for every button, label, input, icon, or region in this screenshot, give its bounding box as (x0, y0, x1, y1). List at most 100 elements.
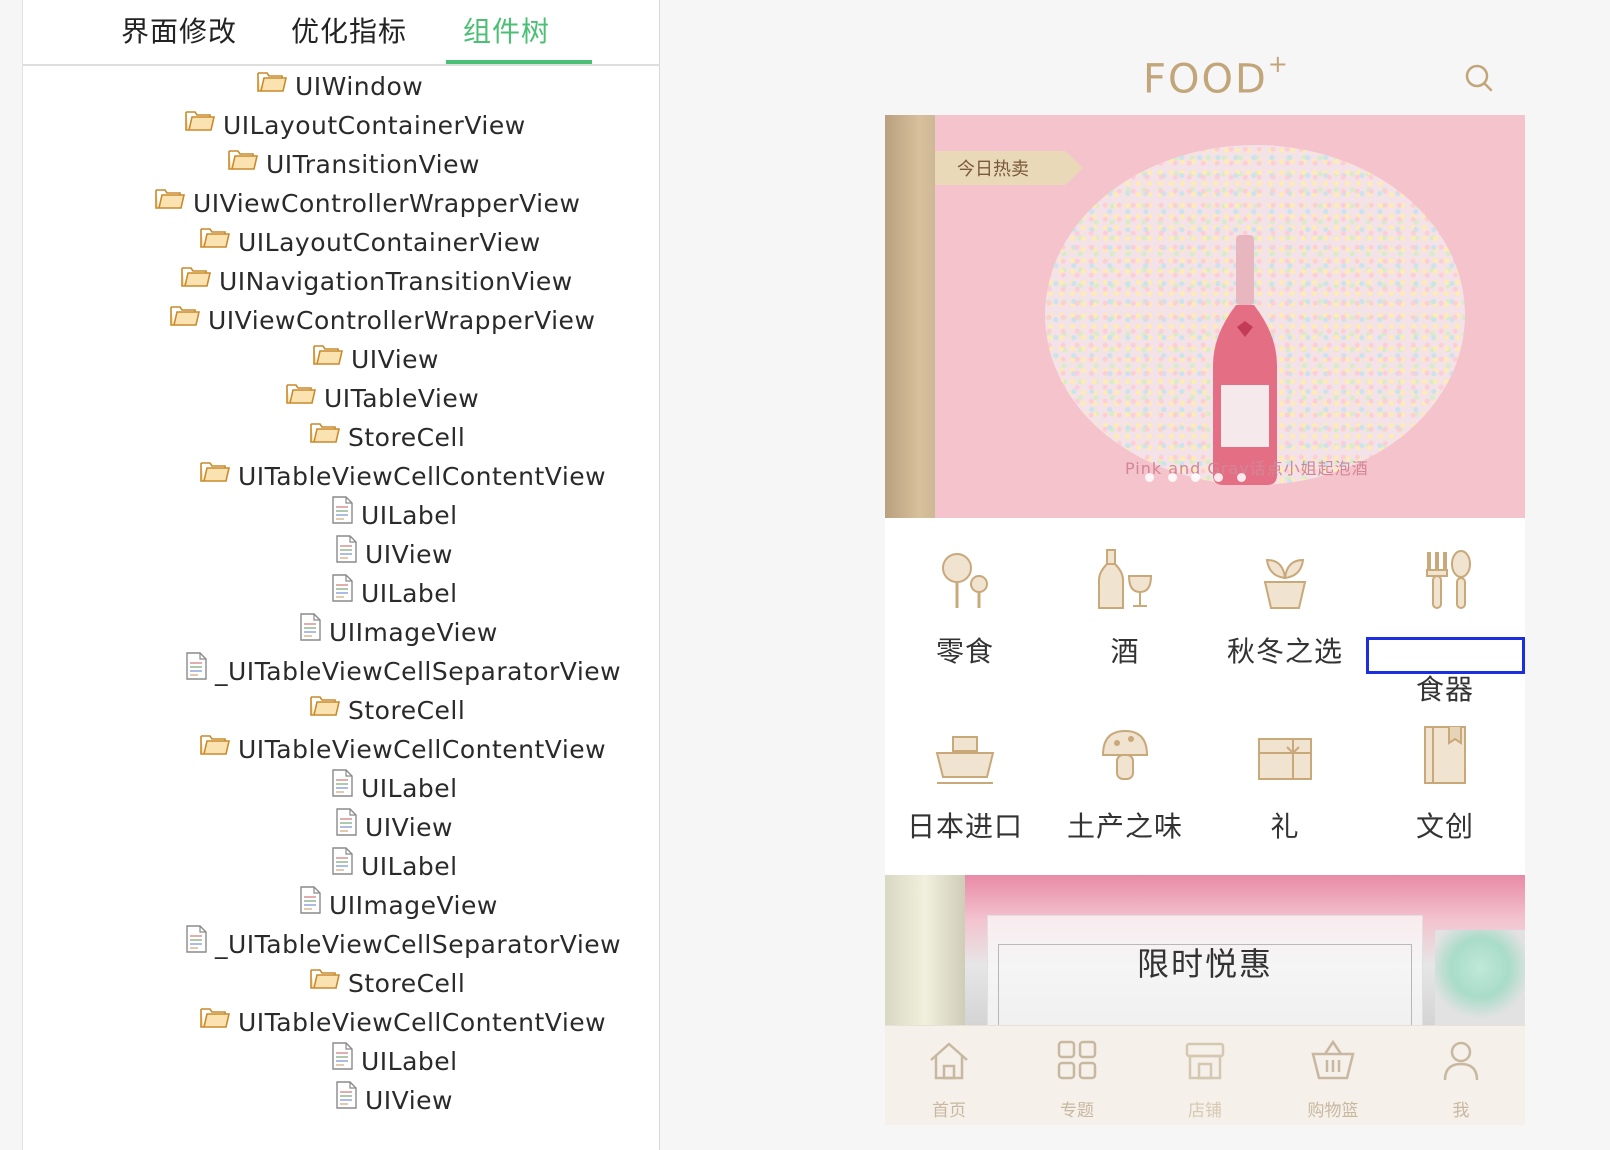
tree-node-leaf[interactable]: UIImageView (299, 885, 498, 925)
tree-node-label: UIImageView (329, 890, 498, 920)
tabbar-label: 我 (1452, 1101, 1470, 1121)
tree-node-leaf[interactable]: UILabel (331, 573, 458, 613)
tree-node-leaf[interactable]: UILabel (331, 768, 458, 808)
tree-node-label: UILayoutContainerView (223, 110, 526, 140)
tree-node-leaf[interactable]: _UITableViewCellSeparatorView (185, 924, 621, 964)
carousel-dot[interactable] (1214, 473, 1223, 482)
tree-node-label: UITableViewCellContentView (238, 461, 607, 491)
category-gift[interactable]: 礼 (1205, 723, 1365, 845)
tree-node-leaf[interactable]: _UITableViewCellSeparatorView (185, 651, 621, 691)
folder-icon (257, 71, 295, 101)
category-creative[interactable]: 文创 (1365, 723, 1525, 845)
tree-node-label: UITableView (324, 383, 480, 413)
tabbar-me[interactable]: 我 (1397, 1038, 1525, 1121)
home-icon (930, 1042, 968, 1080)
document-icon (331, 574, 361, 610)
tree-node-folder[interactable]: UILayoutContainerView (200, 222, 541, 262)
folder-icon (170, 305, 208, 335)
category-label: 日本进口 (906, 810, 1023, 843)
inspector-panel: 界面修改 优化指标 组件树 UIWindow UILayoutContainerV… (22, 0, 660, 1150)
tree-node-leaf[interactable]: UIView (335, 1080, 453, 1120)
lollipop-icon (942, 553, 988, 608)
category-japan-import[interactable]: 日本进口 (885, 723, 1045, 845)
tree-node-folder[interactable]: UIViewControllerWrapperView (170, 300, 595, 340)
carousel-dot[interactable] (1145, 473, 1154, 482)
selected-view-highlight (1366, 637, 1525, 674)
tree-node-label: UITransitionView (266, 149, 480, 179)
plant-icon (1263, 558, 1307, 609)
carousel-dot[interactable] (1237, 473, 1246, 482)
tree-node-folder[interactable]: UIWindow (257, 66, 423, 106)
folder-icon (310, 422, 348, 452)
tree-node-folder[interactable]: StoreCell (310, 690, 465, 730)
tree-node-folder[interactable]: UIView (313, 339, 439, 379)
tree-node-folder[interactable]: UINavigationTransitionView (181, 261, 573, 301)
basket-icon (1311, 1039, 1355, 1080)
document-icon (335, 1081, 365, 1117)
category-tableware[interactable]: 食器 (1365, 548, 1525, 708)
tree-node-leaf[interactable]: UIView (335, 807, 453, 847)
promo-banner[interactable]: 限时悦惠 (885, 875, 1525, 1025)
carousel-dot[interactable] (1168, 473, 1177, 482)
tree-node-leaf[interactable]: UILabel (331, 1041, 458, 1081)
carousel-dots[interactable] (1145, 473, 1246, 482)
category-label: 酒 (1110, 635, 1140, 668)
document-icon (299, 886, 329, 922)
folder-icon (310, 695, 348, 725)
folder-icon (200, 227, 238, 257)
folder-icon (185, 110, 223, 140)
category-local-flavor[interactable]: 土产之味 (1045, 723, 1205, 845)
category-snacks[interactable]: 零食 (885, 548, 1045, 670)
tab-optimization-metrics[interactable]: 优化指标 (291, 10, 407, 50)
tree-node-leaf[interactable]: UIImageView (299, 612, 498, 652)
search-icon[interactable] (1463, 62, 1495, 94)
folder-icon (286, 383, 324, 413)
hero-banner[interactable]: 今日热卖 Pink and Gray话点小姐起泡酒 (885, 115, 1525, 518)
tree-node-leaf[interactable]: UILabel (331, 495, 458, 535)
tree-node-leaf[interactable]: UILabel (331, 846, 458, 886)
tabbar-stores[interactable]: 店铺 (1141, 1038, 1269, 1121)
tab-ui-edit[interactable]: 界面修改 (121, 10, 237, 50)
category-wine[interactable]: 酒 (1045, 548, 1205, 670)
folder-icon (181, 266, 219, 296)
tabbar-basket[interactable]: 购物篮 (1269, 1038, 1397, 1121)
tree-node-label: StoreCell (348, 422, 466, 452)
tree-node-folder[interactable]: UITableViewCellContentView (200, 729, 606, 769)
tree-node-leaf[interactable]: UIView (335, 534, 453, 574)
category-autumn-winter[interactable]: 秋冬之选 (1205, 548, 1365, 670)
document-icon (331, 496, 361, 532)
document-icon (331, 1042, 361, 1078)
category-label: 秋冬之选 (1226, 635, 1343, 668)
banner-side-texture (885, 115, 935, 518)
tree-node-label: UIView (351, 344, 439, 374)
tabbar-home[interactable]: 首页 (885, 1038, 1013, 1121)
tree-node-folder[interactable]: UITableView (286, 378, 479, 418)
tree-node-folder[interactable]: UILayoutContainerView (185, 105, 526, 145)
active-tab-indicator (446, 60, 592, 64)
tab-component-tree[interactable]: 组件树 (463, 10, 550, 50)
tree-node-folder[interactable]: UITableViewCellContentView (200, 456, 606, 496)
phone-preview: 今日热卖 Pink and Gray话点小姐起泡酒 零食 酒 秋冬之选 食器 日… (885, 115, 1525, 1125)
document-icon (331, 769, 361, 805)
category-label: 食器 (1415, 673, 1474, 706)
folder-icon (200, 461, 238, 491)
app-header: FOOD+ (885, 40, 1525, 115)
folder-icon (155, 188, 193, 218)
tree-node-label: _UITableViewCellSeparatorView (215, 929, 622, 959)
folder-icon (228, 149, 266, 179)
wine-bottle-image (1213, 235, 1277, 485)
promo-title: 限时悦惠 (1136, 945, 1273, 983)
tree-node-label: UIWindow (295, 71, 424, 101)
gift-icon (1258, 738, 1312, 780)
carousel-dot[interactable] (1191, 473, 1200, 482)
document-icon (185, 652, 215, 688)
tree-node-folder[interactable]: UIViewControllerWrapperView (155, 183, 580, 223)
tree-node-label: UIViewControllerWrapperView (193, 188, 581, 218)
tree-node-folder[interactable]: StoreCell (310, 417, 465, 457)
tabbar-topics[interactable]: 专题 (1013, 1038, 1141, 1121)
tree-node-folder[interactable]: UITableViewCellContentView (200, 1002, 606, 1042)
tree-node-folder[interactable]: StoreCell (310, 963, 465, 1003)
tree-node-folder[interactable]: UITransitionView (228, 144, 480, 184)
tree-node-label: UILabel (361, 1046, 458, 1076)
wine-icon (1098, 549, 1153, 609)
